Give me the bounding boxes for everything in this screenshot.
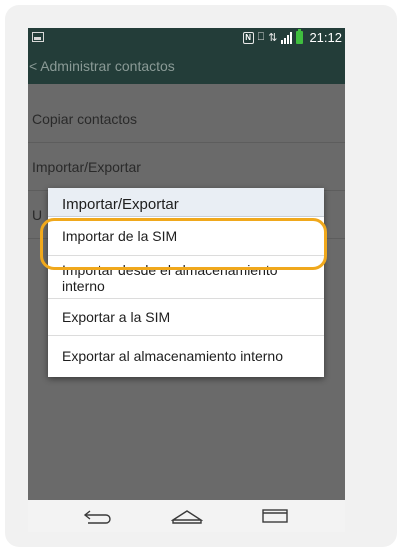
list-item-copiar[interactable]: Copiar contactos — [28, 95, 345, 143]
page-title: Administrar contactos — [40, 58, 175, 74]
list-item-label: Copiar contactos — [32, 111, 138, 127]
nfc-icon: N — [242, 31, 254, 44]
back-icon[interactable] — [82, 506, 112, 526]
option-export-sim[interactable]: Exportar a la SIM — [48, 299, 324, 336]
status-bar: N ⎕ ⇅ 21:12 — [28, 28, 345, 49]
highlight-outline — [40, 218, 327, 270]
option-export-internal[interactable]: Exportar al almacenamiento interno — [48, 336, 324, 376]
list-item-label: U — [32, 207, 43, 223]
dialog-title: Importar/Exportar — [48, 188, 324, 217]
signal-icon — [281, 31, 293, 44]
option-label: Exportar al almacenamiento interno — [62, 347, 284, 364]
battery-icon — [296, 29, 304, 44]
chevron-left-icon[interactable]: < — [29, 49, 37, 84]
vibrate-icon: ⎕ — [257, 31, 265, 43]
data-icon: ⇅ — [268, 32, 278, 44]
list-item-label: Importar/Exportar — [32, 159, 141, 175]
phone-screen: N ⎕ ⇅ 21:12 < Administrar contactos Copia… — [28, 28, 345, 532]
status-icons: N ⎕ ⇅ 21:12 — [242, 29, 342, 45]
recents-icon[interactable] — [260, 506, 290, 526]
option-label: Exportar a la SIM — [62, 309, 171, 325]
clock: 21:12 — [309, 30, 342, 45]
home-icon[interactable] — [171, 506, 203, 526]
image-icon — [32, 32, 44, 42]
list-item-importar-exportar[interactable]: Importar/Exportar — [28, 143, 345, 191]
import-export-dialog: Importar/Exportar Importar de la SIM Imp… — [48, 188, 324, 377]
app-bar: < Administrar contactos — [28, 49, 345, 84]
navigation-bar — [28, 500, 345, 532]
